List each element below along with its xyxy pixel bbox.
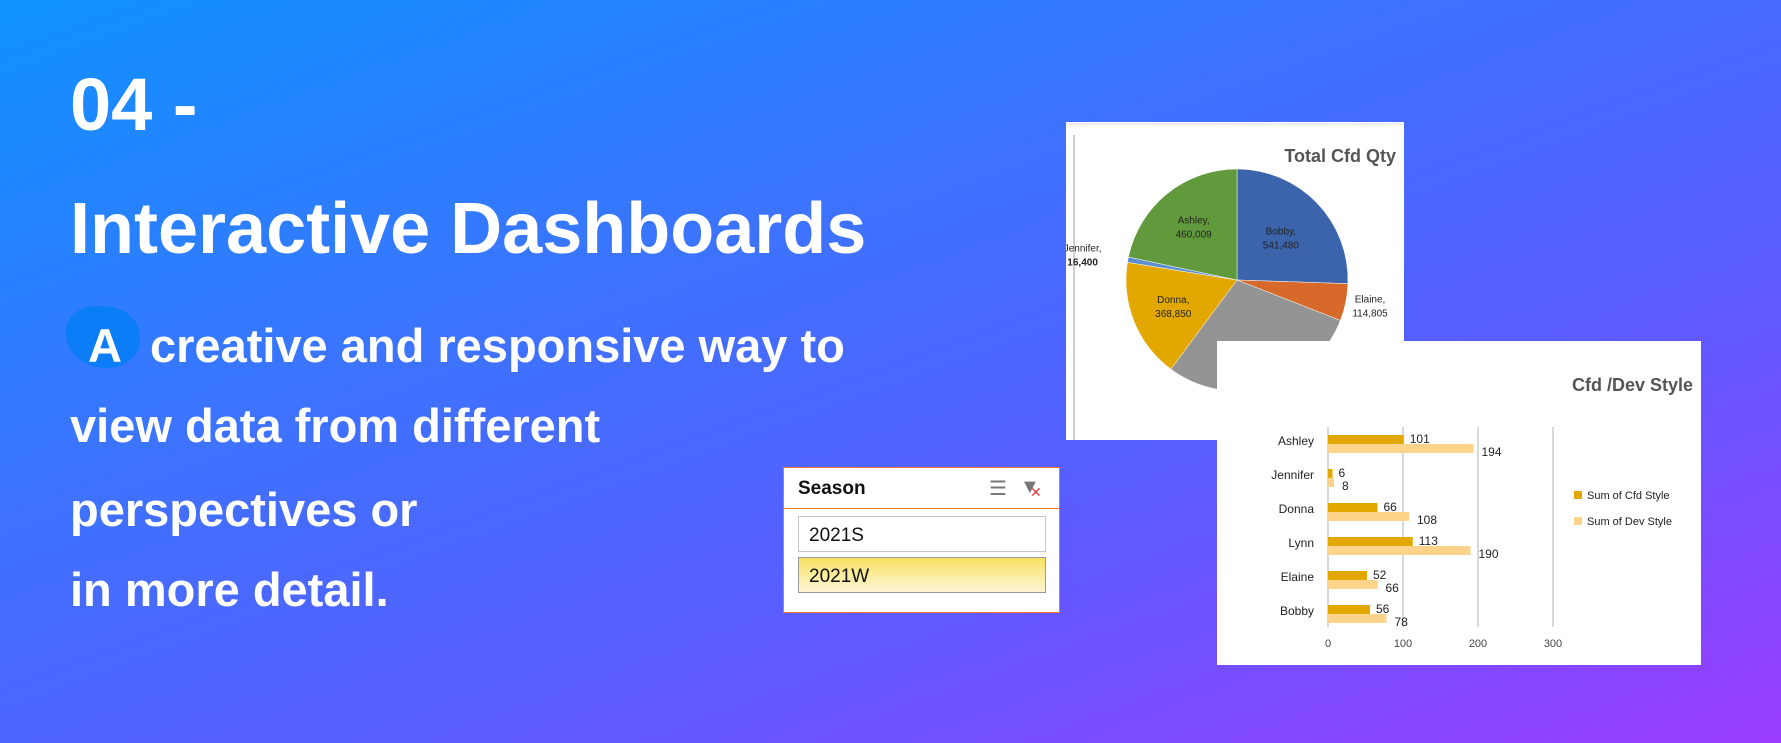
pie-value-label: 368,850 [1155, 309, 1192, 320]
pie-value-label: 114,805 [1352, 309, 1388, 320]
legend-label: Sum of Dev Style [1587, 516, 1672, 528]
data-label: 66 [1384, 500, 1398, 514]
legend-swatch [1574, 491, 1582, 499]
season-slicer: Season ☰ ▼ ✕ 2021S 2021W [783, 467, 1060, 613]
body-line-4: in more detail. [70, 563, 389, 616]
bar-dev [1328, 546, 1471, 555]
bar-cfd [1328, 537, 1413, 546]
bar-dev [1328, 444, 1474, 453]
data-label: 52 [1373, 568, 1387, 582]
category-label: Jennifer [1271, 468, 1314, 482]
x-tick-label: 0 [1325, 638, 1331, 650]
category-label: Lynn [1288, 536, 1314, 550]
body-line-2: view data from different [70, 399, 601, 452]
bar-cfd [1328, 503, 1378, 512]
headline-number: 04 - [70, 63, 198, 146]
x-tick-label: 100 [1394, 638, 1412, 650]
category-label: Elaine [1281, 570, 1315, 584]
pie-label: Bobby, [1266, 227, 1296, 238]
pie-label: Ashley, [1178, 216, 1210, 227]
category-label: Donna [1279, 502, 1315, 516]
slicer-item-2021s[interactable]: 2021S [798, 516, 1046, 552]
category-label: Bobby [1280, 604, 1314, 618]
bar-dev [1328, 478, 1334, 487]
bar-dev [1328, 580, 1378, 589]
data-label: 108 [1417, 513, 1437, 527]
drop-letter: A [88, 319, 122, 372]
pie-label: Donna, [1157, 295, 1189, 306]
pie-label: Jennifer, [1066, 244, 1102, 255]
slicer-title: Season [798, 478, 866, 499]
bar-chart: Cfd /Dev Style 0 100 200 300 Ashley 101 194 Jen… [1271, 375, 1693, 650]
bar-cfd [1328, 571, 1367, 580]
bar-dev [1328, 614, 1387, 623]
pie-title: Total Cfd Qty [1284, 146, 1396, 166]
data-label: 194 [1482, 445, 1502, 459]
pie-value-label: 541,480 [1263, 241, 1300, 252]
x-tick-label: 200 [1469, 638, 1487, 650]
slicer-item-2021w[interactable]: 2021W [798, 557, 1046, 593]
bar-cfd [1328, 469, 1333, 478]
data-label: 66 [1386, 581, 1400, 595]
data-label: 78 [1395, 615, 1409, 629]
legend-swatch [1574, 517, 1582, 525]
bar-cfd [1328, 435, 1404, 444]
legend-label: Sum of Cfd Style [1587, 490, 1670, 502]
pie-label: Elaine, [1355, 295, 1386, 306]
data-label: 56 [1376, 602, 1390, 616]
bar-cfd [1328, 605, 1370, 614]
headline-title: Interactive Dashboards [70, 189, 867, 269]
data-label: 113 [1419, 534, 1438, 548]
bar-title: Cfd /Dev Style [1572, 375, 1693, 395]
data-label: 101 [1410, 432, 1430, 446]
data-label: 6 [1339, 466, 1346, 480]
clear-filter-icon[interactable]: ▼ ✕ [1020, 476, 1042, 500]
category-label: Ashley [1278, 434, 1314, 448]
body-line-1: creative and responsive way to [150, 319, 845, 372]
data-label: 190 [1479, 547, 1499, 561]
data-label: 8 [1342, 479, 1349, 493]
multi-select-icon[interactable]: ☰ [989, 476, 1007, 501]
x-tick-label: 300 [1544, 638, 1562, 650]
slicer-header: Season ☰ ▼ ✕ [784, 468, 1059, 509]
pie-value-label: 460,009 [1176, 230, 1213, 241]
bar-dev [1328, 512, 1409, 521]
bar-chart-panel: Cfd /Dev Style 0 100 200 300 Ashley 101 194 Jen… [1217, 341, 1701, 665]
body-line-3: perspectives or [70, 483, 418, 536]
pie-value-label: 16,400 [1067, 258, 1098, 269]
